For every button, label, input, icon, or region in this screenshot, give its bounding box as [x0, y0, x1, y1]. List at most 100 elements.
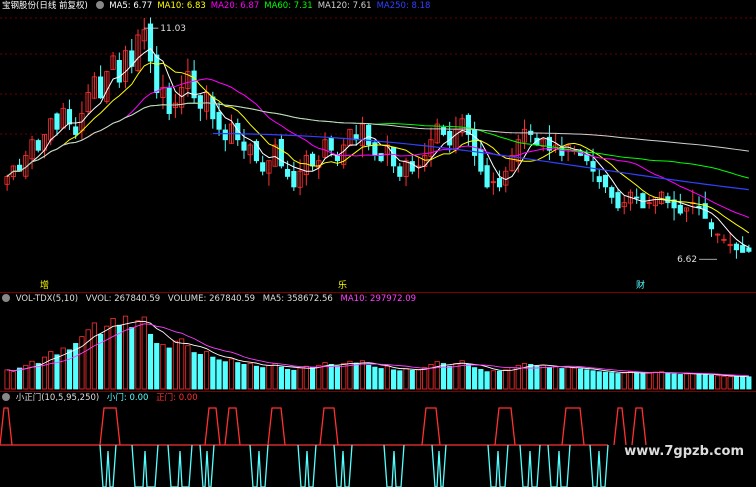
- volume-bar: [665, 372, 671, 390]
- candle-body: [590, 161, 596, 172]
- signal-trough: [519, 444, 541, 487]
- price-panel[interactable]: 宝钢股份(日线 前复权) MA5: 6.77 MA10: 6.83 MA20: 6.…: [0, 0, 756, 292]
- volume-bar: [602, 371, 609, 390]
- volume-chart[interactable]: [0, 293, 756, 391]
- volume-bar: [297, 367, 303, 390]
- volume-bar: [122, 315, 129, 390]
- signal-trough: [487, 444, 509, 487]
- volume-bar: [166, 347, 172, 390]
- volume-bar: [160, 343, 166, 390]
- volume-bar: [546, 367, 552, 390]
- volume-bar: [403, 368, 409, 390]
- volume-bar: [565, 366, 571, 390]
- volume-bar: [671, 373, 677, 390]
- volume-bar: [727, 376, 733, 390]
- volume-bar: [228, 358, 235, 390]
- volume-bar: [110, 317, 116, 390]
- candle-body: [98, 76, 104, 99]
- candle-body: [740, 245, 746, 253]
- volume-bar: [135, 320, 141, 390]
- volume-bar: [384, 365, 390, 390]
- volume-bar: [578, 368, 584, 390]
- signal-trough: [547, 444, 571, 487]
- volume-bar: [316, 364, 322, 390]
- candle-body: [378, 153, 384, 162]
- volume-panel[interactable]: VOL-TDX(5,10) VVOL: 267840.59 VOLUME: 26…: [0, 293, 756, 391]
- candle-body: [708, 222, 715, 230]
- volume-bar: [534, 365, 540, 390]
- volume-bar: [241, 364, 247, 390]
- signal-trough: [199, 444, 215, 487]
- volume-bar: [422, 367, 428, 390]
- candle-body: [328, 137, 334, 151]
- volume-bar: [104, 325, 110, 390]
- volume-bar: [48, 351, 54, 390]
- volume-bar: [285, 369, 291, 390]
- volume-bar: [659, 371, 665, 390]
- volume-bar: [378, 368, 384, 390]
- volume-bar: [702, 374, 708, 390]
- candle-body: [147, 23, 154, 62]
- volume-bar: [10, 371, 16, 390]
- volume-bar: [172, 340, 178, 390]
- volume-bar: [627, 371, 634, 390]
- volume-bar: [484, 371, 490, 390]
- candle-body: [285, 168, 291, 177]
- volume-bar: [116, 324, 122, 390]
- volume-bar: [17, 367, 23, 390]
- candle-body: [116, 60, 122, 83]
- indicator-panel[interactable]: 小正门(10,5,95,250) 小门: 0.00 正门: 0.00 www.7…: [0, 392, 756, 487]
- volume-bar: [185, 345, 191, 390]
- candle-body: [291, 171, 297, 188]
- volume-bar: [490, 370, 496, 390]
- signal-peak: [319, 407, 339, 446]
- candle-body: [484, 165, 490, 188]
- volume-bar: [141, 316, 147, 390]
- ma-line: [6, 62, 750, 234]
- volume-bar: [683, 373, 690, 390]
- candle-body: [634, 196, 640, 199]
- signal-peak: [421, 407, 441, 446]
- volume-bar: [503, 369, 509, 390]
- candle-body: [197, 95, 203, 109]
- volume-bar: [197, 353, 203, 390]
- volume-bar: [191, 352, 197, 390]
- volume-bar: [740, 376, 746, 390]
- candle-body: [366, 124, 372, 146]
- volume-bar: [266, 364, 272, 390]
- volume-bar: [496, 370, 503, 390]
- low-label: 6.62: [677, 255, 697, 265]
- volume-bar: [409, 369, 415, 390]
- volume-bar: [472, 367, 478, 390]
- signal-peak: [561, 407, 585, 446]
- volume-bar: [260, 367, 266, 390]
- volume-bar: [291, 369, 297, 390]
- ma-line: [6, 102, 750, 179]
- candle-body: [216, 112, 222, 130]
- volume-bar: [366, 364, 372, 390]
- volume-bar: [459, 360, 465, 390]
- volume-bar: [235, 362, 241, 390]
- volume-bar: [596, 371, 602, 390]
- signal-peak: [267, 407, 286, 446]
- candle-body: [66, 109, 73, 125]
- volume-bar: [79, 336, 85, 390]
- event-marker: 乐: [338, 279, 347, 291]
- volume-bar: [447, 365, 453, 390]
- volume-bar: [677, 374, 683, 390]
- volume-bar: [216, 359, 222, 390]
- candle-body: [397, 166, 403, 177]
- price-chart[interactable]: 11.03 6.62 增 乐 财: [0, 0, 756, 292]
- candle-body: [166, 87, 172, 114]
- volume-bar: [253, 365, 260, 390]
- candle-body: [677, 204, 683, 214]
- volume-bar: [721, 375, 727, 390]
- candle-body: [54, 113, 60, 130]
- signal-peak: [204, 407, 221, 446]
- volume-bar: [129, 327, 135, 390]
- indicator-chart[interactable]: [0, 392, 756, 487]
- signal-trough: [167, 444, 193, 487]
- event-marker: 财: [636, 279, 645, 291]
- candle-body: [73, 126, 79, 135]
- volume-bar: [328, 364, 334, 390]
